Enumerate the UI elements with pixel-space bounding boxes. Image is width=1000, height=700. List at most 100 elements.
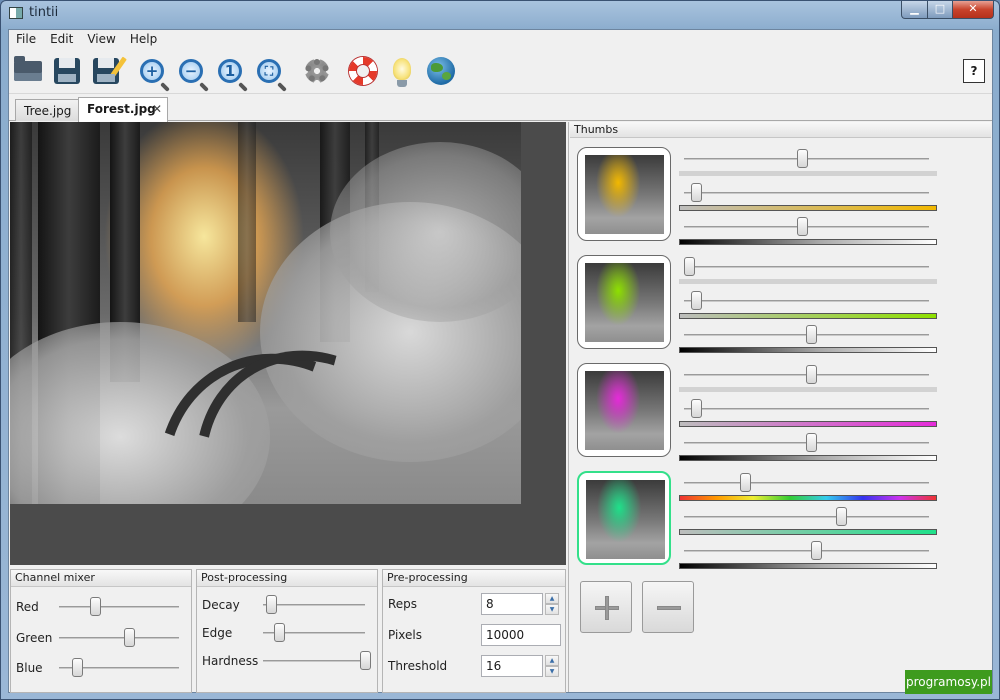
forest-image bbox=[10, 122, 521, 504]
spin-up-icon[interactable]: ▲ bbox=[545, 593, 559, 604]
add-tint-button[interactable] bbox=[580, 581, 632, 633]
brightness-bar bbox=[679, 347, 937, 353]
folder-open-icon bbox=[14, 56, 42, 81]
title-bar[interactable]: tintii ▁ □ ✕ bbox=[1, 1, 999, 27]
lifebuoy-icon bbox=[349, 57, 377, 85]
spin-up-icon[interactable]: ▲ bbox=[545, 655, 559, 666]
watermark: programosy.pl bbox=[905, 670, 992, 694]
maximize-button[interactable]: □ bbox=[927, 1, 953, 19]
tint-slider[interactable] bbox=[683, 257, 929, 277]
thumb-card[interactable] bbox=[577, 255, 671, 349]
zoom-out-icon: − bbox=[179, 59, 203, 83]
tab-forest[interactable]: Forest.jpg ✕ bbox=[78, 97, 168, 122]
panel-title: Channel mixer bbox=[11, 570, 191, 587]
settings-button[interactable] bbox=[300, 54, 334, 88]
hardness-slider[interactable] bbox=[263, 651, 371, 671]
tint-slider[interactable] bbox=[684, 541, 929, 561]
menu-help[interactable]: Help bbox=[123, 30, 164, 48]
spin-down-icon[interactable]: ▼ bbox=[545, 604, 559, 615]
edge-label: Edge bbox=[202, 626, 233, 640]
reps-input[interactable]: 8 bbox=[481, 593, 543, 615]
close-tab-icon[interactable]: ✕ bbox=[152, 98, 162, 120]
tint-slider[interactable] bbox=[684, 433, 929, 453]
brightness-bar bbox=[679, 239, 937, 245]
close-button[interactable]: ✕ bbox=[952, 1, 994, 19]
edge-slider[interactable] bbox=[263, 623, 365, 643]
decay-slider[interactable] bbox=[263, 595, 365, 615]
red-label: Red bbox=[16, 600, 39, 614]
zoom-out-button[interactable]: − bbox=[174, 54, 208, 88]
tips-button[interactable] bbox=[385, 54, 419, 88]
image-canvas[interactable] bbox=[10, 122, 566, 565]
open-button[interactable] bbox=[11, 54, 45, 88]
minimize-button[interactable]: ▁ bbox=[901, 1, 928, 19]
tint-slider[interactable] bbox=[684, 365, 929, 385]
thumb-image bbox=[585, 155, 664, 234]
app-window: tintii ▁ □ ✕ File Edit View Help + − 1 ⛶ ? … bbox=[0, 0, 1000, 700]
zoom-in-icon: + bbox=[140, 59, 164, 83]
thumb-image bbox=[586, 480, 665, 559]
zoom-fit-button[interactable]: ⛶ bbox=[252, 54, 286, 88]
floppy-disk-icon bbox=[54, 58, 80, 84]
spin-down-icon[interactable]: ▼ bbox=[545, 666, 559, 677]
reps-label: Reps bbox=[388, 597, 418, 611]
zoom-in-button[interactable]: + bbox=[135, 54, 169, 88]
threshold-spinner[interactable]: ▲ ▼ bbox=[545, 655, 559, 677]
hue-bar bbox=[679, 171, 937, 176]
green-slider[interactable] bbox=[59, 628, 179, 648]
tab-tree[interactable]: Tree.jpg bbox=[15, 99, 79, 121]
tint-slider[interactable] bbox=[684, 473, 929, 493]
thumbs-title: Thumbs bbox=[570, 122, 991, 138]
tint-slider[interactable] bbox=[684, 399, 929, 419]
tab-label: Tree.jpg bbox=[24, 104, 72, 118]
tint-slider[interactable] bbox=[684, 291, 929, 311]
tab-bar: Tree.jpg Forest.jpg ✕ bbox=[9, 95, 992, 122]
menu-edit[interactable]: Edit bbox=[43, 30, 80, 48]
threshold-input[interactable]: 16 bbox=[481, 655, 543, 677]
globe-icon bbox=[427, 57, 455, 85]
post-processing-panel: Post-processing Decay Edge Hardness bbox=[196, 569, 378, 693]
tint-slider[interactable] bbox=[684, 183, 929, 203]
decay-label: Decay bbox=[202, 598, 240, 612]
app-icon bbox=[9, 7, 23, 19]
thumb-image bbox=[585, 263, 664, 342]
lightbulb-icon bbox=[393, 58, 411, 87]
blue-label: Blue bbox=[16, 661, 43, 675]
thumb-image bbox=[585, 371, 664, 450]
red-slider[interactable] bbox=[59, 597, 179, 617]
saturation-bar bbox=[679, 205, 937, 211]
website-button[interactable] bbox=[424, 54, 458, 88]
blue-slider[interactable] bbox=[59, 658, 179, 678]
tint-slider[interactable] bbox=[684, 217, 929, 237]
remove-tint-button[interactable] bbox=[642, 581, 694, 633]
tint-slider[interactable] bbox=[684, 507, 929, 527]
menu-view[interactable]: View bbox=[80, 30, 122, 48]
save-button[interactable] bbox=[50, 54, 84, 88]
thumb-card[interactable] bbox=[577, 471, 671, 565]
thumb-card[interactable] bbox=[577, 363, 671, 457]
context-help-button[interactable]: ? bbox=[963, 59, 985, 83]
brightness-bar bbox=[679, 563, 937, 569]
window-title: tintii bbox=[29, 5, 59, 20]
pixels-label: Pixels bbox=[388, 628, 423, 642]
thumbs-panel: Thumbs bbox=[568, 122, 992, 692]
pixels-input[interactable]: 10000 bbox=[481, 624, 561, 646]
reps-spinner[interactable]: ▲ ▼ bbox=[545, 593, 559, 615]
brightness-bar bbox=[679, 455, 937, 461]
zoom-actual-button[interactable]: 1 bbox=[213, 54, 247, 88]
tint-slider[interactable] bbox=[684, 325, 929, 345]
thumb-card[interactable] bbox=[577, 147, 671, 241]
panel-title: Post-processing bbox=[197, 570, 377, 587]
gear-icon bbox=[305, 59, 329, 83]
zoom-fit-icon: ⛶ bbox=[257, 59, 281, 83]
panel-title: Pre-processing bbox=[383, 570, 565, 587]
tint-slider[interactable] bbox=[684, 149, 929, 169]
help-manual-button[interactable] bbox=[346, 54, 380, 88]
hardness-label: Hardness bbox=[202, 654, 259, 668]
save-as-button[interactable] bbox=[89, 54, 127, 88]
zoom-actual-size-icon: 1 bbox=[218, 59, 242, 83]
saturation-bar bbox=[679, 421, 937, 427]
pre-processing-panel: Pre-processing Reps 8 ▲ ▼ Pixels 10000 Th… bbox=[382, 569, 566, 693]
menu-file[interactable]: File bbox=[9, 30, 43, 48]
green-label: Green bbox=[16, 631, 53, 645]
